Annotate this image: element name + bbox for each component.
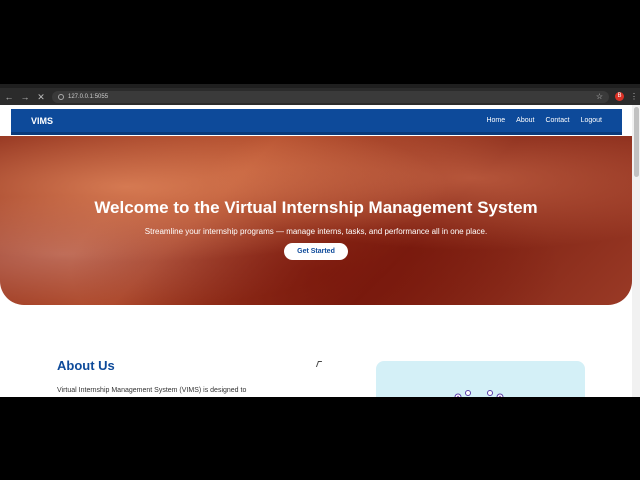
scrollbar-thumb[interactable] (634, 107, 639, 177)
forward-arrow-icon[interactable]: → (20, 92, 30, 102)
top-navbar: VIMS Home About Contact Logout (11, 109, 622, 135)
url-text[interactable]: 127.0.0.1:5055 (68, 94, 592, 100)
about-body: Virtual Internship Management System (VI… (57, 387, 247, 394)
mouse-cursor-icon (315, 361, 323, 367)
hero-title: Welcome to the Virtual Internship Manage… (94, 198, 538, 217)
about-section: About Us Virtual Internship Management S… (57, 358, 289, 394)
get-started-button[interactable]: Get Started (284, 243, 348, 260)
close-icon[interactable]: ✕ (36, 92, 46, 102)
page-scrollbar[interactable] (632, 105, 640, 397)
graduate-network-icon (454, 390, 504, 397)
hero-section: Welcome to the Virtual Internship Manage… (0, 136, 632, 305)
nav-link-about[interactable]: About (516, 117, 534, 124)
screen: ← → ✕ 127.0.0.1:5055 ☆ B ⋮ Welcome to th… (0, 0, 640, 480)
nav-links: Home About Contact Logout (486, 117, 602, 124)
site-info-icon[interactable] (58, 93, 64, 100)
brand-logo[interactable]: VIMS (31, 116, 53, 126)
hero-subtitle: Streamline your internship programs — ma… (144, 227, 488, 236)
back-arrow-icon[interactable]: ← (4, 92, 14, 102)
nav-link-logout[interactable]: Logout (581, 117, 602, 124)
profile-avatar[interactable]: B (615, 92, 624, 101)
nav-link-home[interactable]: Home (486, 117, 505, 124)
browser-toolbar: ← → ✕ 127.0.0.1:5055 ☆ B ⋮ (0, 88, 640, 105)
web-page: Welcome to the Virtual Internship Manage… (0, 105, 640, 397)
address-bar[interactable]: 127.0.0.1:5055 ☆ (52, 90, 609, 103)
nav-link-contact[interactable]: Contact (545, 117, 569, 124)
star-icon[interactable]: ☆ (596, 92, 603, 101)
menu-dots-icon[interactable]: ⋮ (630, 92, 638, 101)
about-illustration-card (376, 361, 585, 397)
browser-window: ← → ✕ 127.0.0.1:5055 ☆ B ⋮ Welcome to th… (0, 84, 640, 397)
about-heading: About Us (57, 358, 115, 373)
